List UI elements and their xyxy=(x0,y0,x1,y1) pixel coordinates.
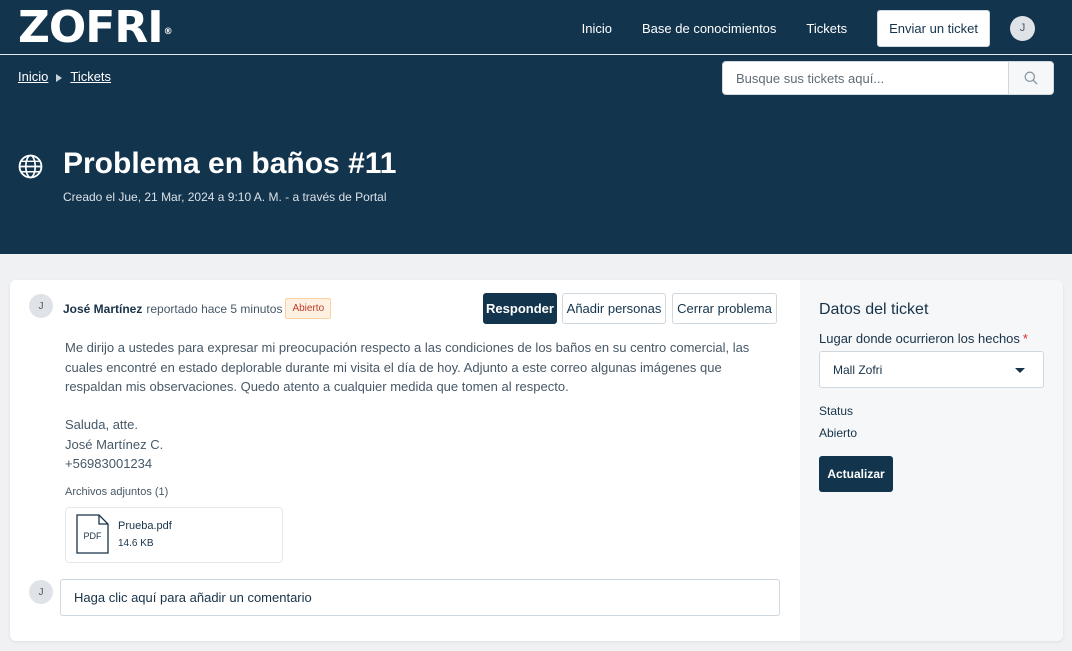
comment-input[interactable]: Haga clic aquí para añadir un comentario xyxy=(60,579,780,616)
ticket-search xyxy=(722,61,1054,95)
message-body: Me dirijo a ustedes para expresar mi pre… xyxy=(65,340,750,394)
attachments-label: Archivos adjuntos (1) xyxy=(65,486,169,498)
send-ticket-button[interactable]: Enviar un ticket xyxy=(877,9,990,47)
comment-avatar: J xyxy=(29,580,53,604)
ticket-data-panel: Datos del ticket Lugar donde ocurrieron … xyxy=(800,280,1063,641)
reply-button[interactable]: Responder xyxy=(483,293,557,324)
status-badge: Abierto xyxy=(285,298,332,319)
author-name: José Martínez xyxy=(63,301,143,316)
nav-item-inicio[interactable]: Inicio xyxy=(582,21,612,36)
breadcrumb-tickets[interactable]: Tickets xyxy=(70,69,111,84)
search-icon xyxy=(1024,71,1038,85)
location-label-text: Lugar donde ocurrieron los hechos xyxy=(819,331,1020,346)
attachment-name: Prueba.pdf xyxy=(118,520,172,532)
attachment-size: 14.6 KB xyxy=(118,538,154,549)
message-signature: Saluda, atte. José Martínez C. +56983001… xyxy=(65,415,163,474)
page-title: Problema en baños #11 xyxy=(63,147,397,180)
update-button[interactable]: Actualizar xyxy=(819,456,893,492)
breadcrumb-arrow-icon xyxy=(56,73,63,82)
top-nav: Inicio Base de conocimientos Tickets Env… xyxy=(582,9,1072,47)
attachment-card[interactable]: PDF Prueba.pdf 14.6 KB xyxy=(65,507,283,563)
location-selected-value: Mall Zofri xyxy=(833,362,883,377)
add-people-button[interactable]: Añadir personas xyxy=(562,293,666,324)
search-button[interactable] xyxy=(1008,62,1053,94)
zofri-logo[interactable]: ZOFRI® xyxy=(18,6,173,50)
required-mark: * xyxy=(1022,331,1028,346)
author-avatar: J xyxy=(29,294,53,318)
chevron-down-icon xyxy=(1015,368,1025,373)
nav-item-base-conocimientos[interactable]: Base de conocimientos xyxy=(642,21,776,36)
status-value: Abierto xyxy=(819,426,858,440)
signature-line: José Martínez C. xyxy=(65,436,164,452)
location-label: Lugar donde ocurrieron los hechos * xyxy=(819,331,1028,346)
search-input[interactable] xyxy=(723,62,1008,94)
registered-mark: ® xyxy=(163,27,173,37)
user-avatar[interactable]: J xyxy=(1010,15,1035,41)
globe-icon xyxy=(18,154,43,179)
hero-header: ZOFRI® Inicio Base de conocimientos Tick… xyxy=(0,0,1072,254)
logo-text: ZOFRI xyxy=(18,2,164,53)
ticket-created-info: Creado el Jue, 21 Mar, 2024 a 9:10 A. M.… xyxy=(63,190,387,204)
pdf-label: PDF xyxy=(83,531,102,541)
ticket-data-heading: Datos del ticket xyxy=(819,301,929,318)
breadcrumb: Inicio Tickets xyxy=(18,69,111,84)
status-label: Status xyxy=(819,404,854,418)
location-select[interactable]: Mall Zofri xyxy=(819,351,1044,388)
nav-item-tickets[interactable]: Tickets xyxy=(806,21,847,36)
reported-time: reportado hace 5 minutos xyxy=(146,301,283,316)
signature-line: +56983001234 xyxy=(65,456,153,471)
signature-line: Saluda, atte. xyxy=(65,417,138,432)
message-meta: José Martínez reportado hace 5 minutos A… xyxy=(63,298,332,319)
ticket-card: J José Martínez reportado hace 5 minutos… xyxy=(10,280,1063,641)
breadcrumb-inicio[interactable]: Inicio xyxy=(18,69,48,84)
close-problem-button[interactable]: Cerrar problema xyxy=(672,293,777,324)
header-divider xyxy=(0,54,1072,55)
